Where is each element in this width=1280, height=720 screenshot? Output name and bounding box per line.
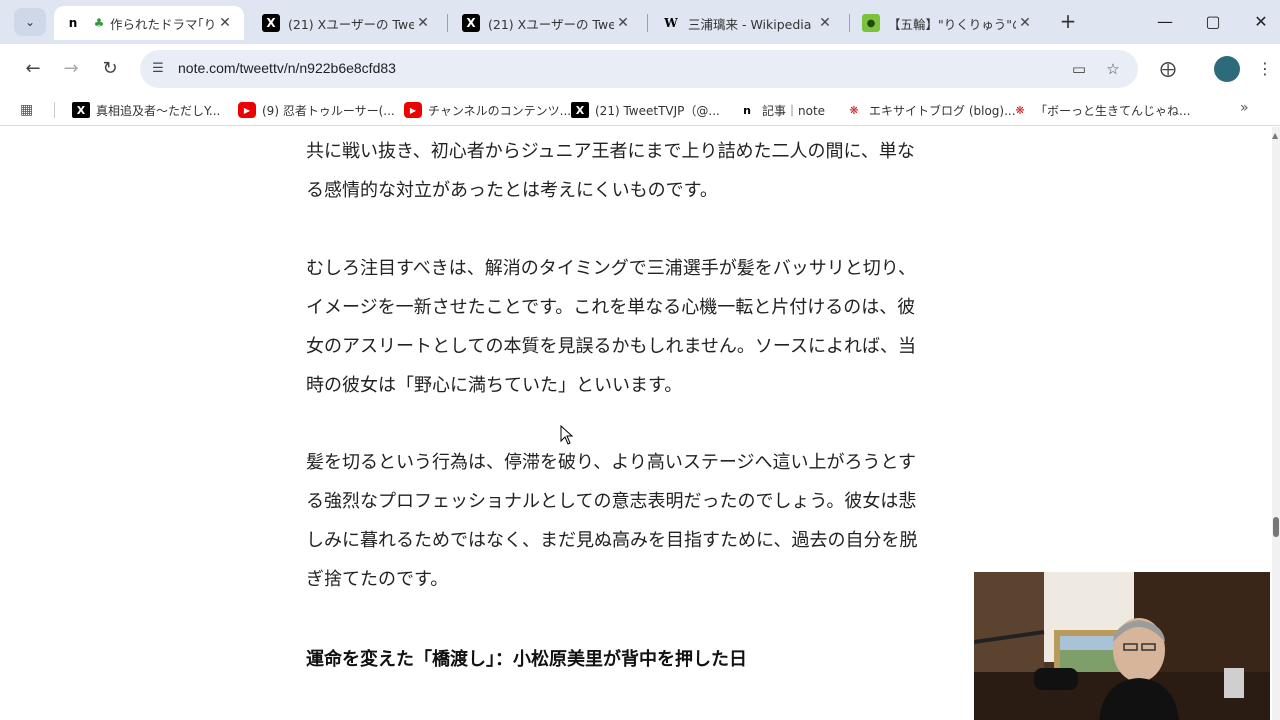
text-line: ぎ捨てたのです。: [306, 569, 449, 590]
page-scrollbar[interactable]: ▲: [1272, 127, 1280, 720]
bookmark-label: チャンネルのコンテンツ...: [428, 103, 572, 118]
text-line: 共に戦い抜き、初心者からジュニア王者にまで上り詰めた二人の間に、単な: [306, 141, 915, 162]
tab-title: 【五輪】"りくりゅう"の成: [888, 16, 1016, 32]
tab-title: 三浦璃来 - Wikipedia: [688, 16, 812, 32]
arrow-right-icon: →: [63, 58, 79, 79]
bookmark-6[interactable]: ❋ 「ボーっと生きてんじゃね...: [1011, 100, 1190, 120]
x-icon: X: [72, 102, 90, 118]
text-line: る感情的な対立があったとは考えにくいものです。: [306, 180, 718, 201]
arrow-left-icon: ←: [25, 58, 41, 79]
close-window-button[interactable]: ✕: [1238, 8, 1280, 36]
maximize-button[interactable]: ▢: [1190, 8, 1236, 36]
bookmark-label: 記事｜note: [762, 103, 826, 118]
bookmark-star-icon[interactable]: ☆: [1102, 59, 1124, 79]
x-icon: X: [571, 102, 589, 118]
close-icon[interactable]: ✕: [414, 15, 432, 31]
site-info-icon[interactable]: ☰: [148, 59, 168, 79]
new-tab-button[interactable]: +: [1056, 10, 1080, 34]
section-heading: 運命を変えた「橋渡し」：小松原美里が背中を押した日: [306, 649, 747, 670]
bookmark-label: 「ボーっと生きてんじゃね...: [1035, 103, 1191, 118]
tab-2[interactable]: X (21) Xユーザーの TweetT ✕: [452, 6, 642, 40]
bookmark-0[interactable]: X 真相追及者〜ただしY...: [72, 100, 220, 120]
bookmark-label: (21) TweetTVJP（@...: [595, 103, 720, 118]
clover-icon: ♣: [93, 16, 105, 30]
bookmark-label: 真相追及者〜ただしY...: [96, 103, 221, 118]
text-line: 時の彼女は「野心に満ちていた」といいます。: [306, 375, 683, 396]
tab-bar: ⌄ n ♣ 作られたドラマ｢り ✕ X (21) Xユーザーの TweetT ✕…: [0, 0, 1280, 44]
tab-0[interactable]: n ♣ 作られたドラマ｢り ✕: [54, 6, 244, 40]
bookmark-5[interactable]: ❋ エキサイトブログ (blog)...: [845, 100, 1016, 120]
text-line: むしろ注目すべきは、解消のタイミングで三浦選手が髪をバッサリと切り、: [306, 258, 917, 279]
tab-3[interactable]: W 三浦璃来 - Wikipedia ✕: [652, 6, 844, 40]
text-line: イメージを一新させたことです。これを単なる心機一転と片付けるのは、彼: [306, 297, 916, 318]
bookmark-1[interactable]: ▶ (9) 忍者トゥルーサー(...: [238, 100, 395, 120]
tab-title: (21) Xユーザーの TweetT: [288, 16, 414, 32]
youtube-icon: ▶: [238, 102, 256, 118]
address-bar[interactable]: ☰ note.com/tweettv/n/n922b6e8cfd83 ▭ ☆: [140, 50, 1138, 88]
article-paragraph-2: むしろ注目すべきは、解消のタイミングで三浦選手が髪をバッサリと切り、 イメージを…: [306, 249, 972, 405]
tab-1[interactable]: X (21) Xユーザーの TweetT ✕: [252, 6, 442, 40]
chevron-down-icon: ⌄: [24, 15, 36, 29]
close-icon[interactable]: ✕: [216, 15, 234, 31]
bookmarks-bar: ▦ X 真相追及者〜ただしY... ▶ (9) 忍者トゥルーサー(... ▶ チ…: [0, 94, 1280, 126]
tab-search-button[interactable]: ⌄: [14, 8, 46, 36]
text-line: しみに暮れるためではなく、まだ見ぬ高みを目指すために、過去の自分を脱: [306, 530, 918, 551]
x-icon: X: [462, 14, 480, 32]
back-button[interactable]: ←: [20, 56, 46, 82]
scroll-thumb[interactable]: [1273, 517, 1279, 537]
bookmark-3[interactable]: X (21) TweetTVJP（@...: [571, 100, 720, 120]
note-icon: n: [743, 103, 751, 117]
tab-divider: [849, 14, 850, 32]
cast-off-icon[interactable]: ▭: [1068, 59, 1090, 79]
extensions-icon[interactable]: ⨁: [1155, 56, 1181, 82]
address-url[interactable]: note.com/tweettv/n/n922b6e8cfd83: [178, 60, 396, 76]
close-icon[interactable]: ✕: [614, 15, 632, 31]
bookmark-4[interactable]: n 記事｜note: [738, 100, 825, 120]
scroll-up-icon[interactable]: ▲: [1272, 131, 1280, 140]
tab-title: (21) Xユーザーの TweetT: [488, 16, 614, 32]
article-paragraph-3: 髪を切るという行為は、停滞を破り、より高いステージへ這い上がろうとす る強烈なプ…: [306, 443, 972, 599]
close-icon[interactable]: ✕: [816, 15, 834, 31]
tab-title: 作られたドラマ｢り: [110, 16, 216, 32]
wikipedia-icon: W: [664, 16, 678, 30]
tab-divider: [647, 14, 648, 32]
youtube-icon: ▶: [404, 102, 422, 118]
apps-grid-icon[interactable]: ▦: [20, 102, 38, 118]
x-icon: X: [262, 14, 280, 32]
menu-dots-icon[interactable]: ⋮: [1252, 56, 1278, 82]
avatar[interactable]: [1214, 56, 1240, 82]
tab-divider: [447, 14, 448, 32]
article-content: 共に戦い抜き、初心者からジュニア王者にまで上り詰めた二人の間に、単な る感情的な…: [0, 127, 1280, 720]
webcam-image: [974, 572, 1270, 720]
reload-button[interactable]: ↻: [97, 56, 123, 82]
bookmark-label: (9) 忍者トゥルーサー(...: [262, 103, 395, 118]
frog-icon: ●: [862, 14, 880, 32]
text-line: 女のアスリートとしての本質を見誤るかもしれません。ソースによれば、当: [306, 336, 917, 357]
toolbar: ← → ↻ ☰ note.com/tweettv/n/n922b6e8cfd83…: [0, 44, 1280, 94]
tab-4[interactable]: ● 【五輪】"りくりゅう"の成 ✕: [852, 6, 1044, 40]
webcam-overlay: [974, 572, 1270, 720]
text-line: る強烈なプロフェッショナルとしての意志表明だったのでしょう。彼女は悲: [306, 491, 917, 512]
forward-button[interactable]: →: [58, 56, 84, 82]
bookmark-divider: [54, 102, 55, 118]
minimize-button[interactable]: —: [1142, 8, 1188, 36]
mouse-cursor-icon: [560, 425, 574, 445]
excite-icon: ❋: [849, 103, 859, 117]
chevron-double-right-icon[interactable]: »: [1240, 100, 1249, 116]
excite-icon: ❋: [1015, 103, 1025, 117]
note-icon: n: [68, 16, 78, 30]
text-line: 髪を切るという行為は、停滞を破り、より高いステージへ這い上がろうとす: [306, 452, 917, 473]
bookmark-2[interactable]: ▶ チャンネルのコンテンツ...: [404, 100, 571, 120]
article-paragraph-1: 共に戦い抜き、初心者からジュニア王者にまで上り詰めた二人の間に、単な る感情的な…: [306, 132, 972, 210]
close-icon[interactable]: ✕: [1016, 15, 1034, 31]
bookmark-label: エキサイトブログ (blog)...: [869, 103, 1016, 118]
reload-icon: ↻: [102, 58, 118, 79]
